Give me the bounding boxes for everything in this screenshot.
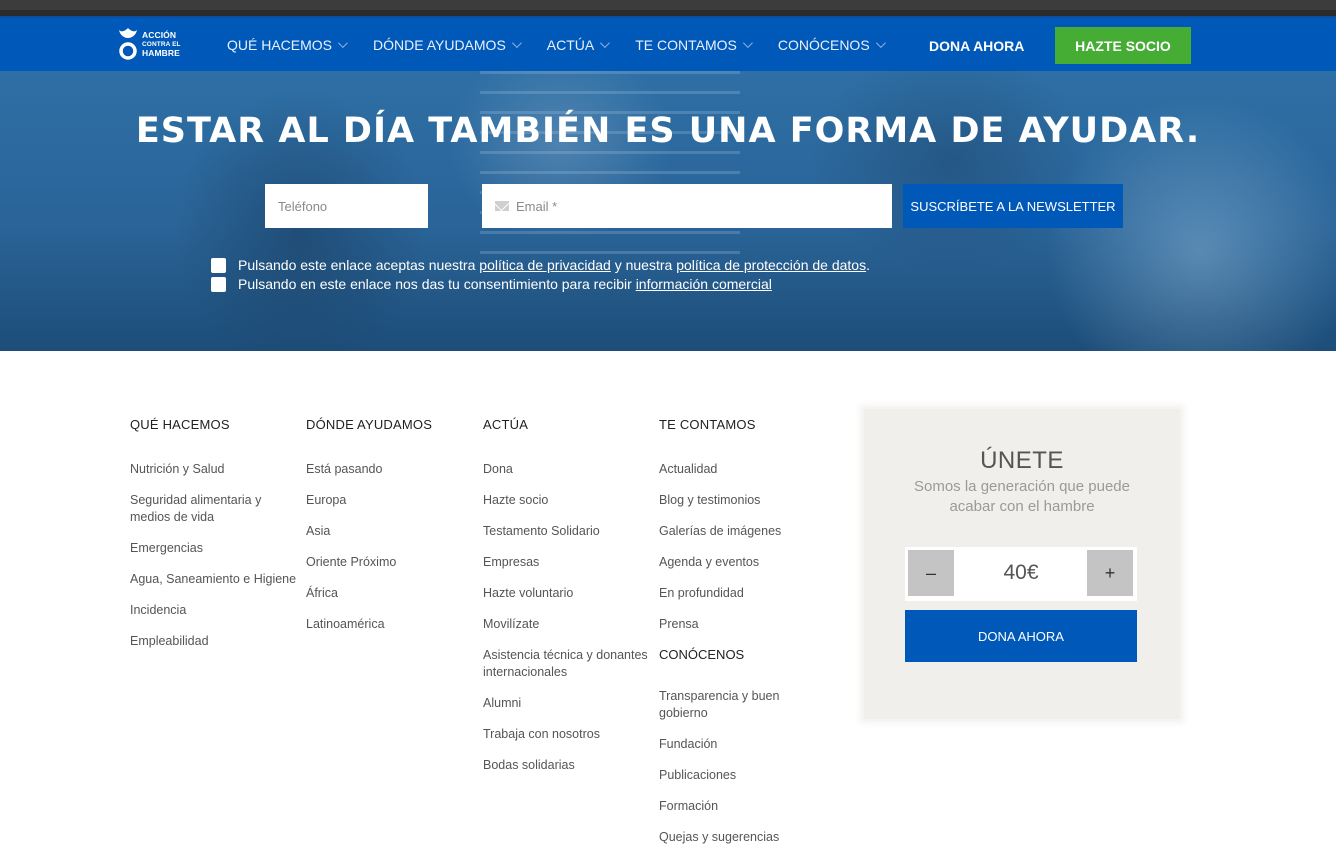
footer-link[interactable]: Seguridad alimentaria y medios de vida	[130, 492, 270, 525]
footer-link[interactable]: Blog y testimonios	[659, 492, 829, 509]
join-panel: ÚNETE Somos la generación que puede acab…	[864, 409, 1180, 719]
nav-item-te-contamos[interactable]: TE CONTAMOS	[635, 36, 753, 53]
footer-link[interactable]: Prensa	[659, 616, 829, 633]
commercial-info-link[interactable]: información comercial	[636, 276, 772, 292]
footer-link[interactable]: África	[306, 585, 476, 602]
footer-link[interactable]: Asistencia técnica y donantes internacio…	[483, 647, 653, 680]
browser-top-bar	[0, 0, 1336, 16]
footer-link[interactable]: Galerías de imágenes	[659, 523, 829, 540]
footer-link[interactable]: Incidencia	[130, 602, 300, 619]
footer-link[interactable]: Europa	[306, 492, 476, 509]
footer-link[interactable]: Trabaja con nosotros	[483, 726, 653, 743]
footer-link[interactable]: En profundidad	[659, 585, 829, 602]
dona-ahora-button[interactable]: DONA AHORA	[905, 610, 1137, 662]
amount-value[interactable]: 40€	[957, 547, 1085, 599]
consent-prefix: Pulsando en este enlace nos das tu conse…	[238, 276, 636, 292]
phone-placeholder: Teléfono	[278, 198, 328, 214]
footer-col-title: TE CONTAMOS	[659, 417, 756, 432]
footer-link[interactable]: Oriente Próximo	[306, 554, 476, 571]
commercial-consent-checkbox[interactable]	[211, 276, 226, 292]
nav-item-label: QUÉ HACEMOS	[227, 36, 333, 53]
join-subtitle: Somos la generación que puede acabar con…	[914, 478, 1130, 515]
consent-prefix: Pulsando este enlace aceptas nuestra	[238, 257, 480, 273]
footer-col-actua: ACTÚA Dona Hazte socio Testamento Solida…	[483, 417, 653, 788]
amount-stepper: – 40€ +	[905, 547, 1137, 601]
footer-link[interactable]: Actualidad	[659, 461, 829, 478]
logo-text: ACCIÓN CONTRA EL HAMBRE	[142, 29, 181, 58]
consent-suffix: .	[866, 257, 870, 273]
nav-item-label: DÓNDE AYUDAMOS	[373, 36, 506, 53]
footer-link[interactable]: Asia	[306, 523, 476, 540]
consent-text: Pulsando en este enlace nos das tu conse…	[238, 276, 772, 292]
footer-link[interactable]: Hazte socio	[483, 492, 653, 509]
nav-item-label: TE CONTAMOS	[635, 36, 737, 53]
footer-link[interactable]: Agenda y eventos	[659, 554, 829, 571]
nav-item-donde-ayudamos[interactable]: DÓNDE AYUDAMOS	[373, 36, 522, 53]
footer-col-que-hacemos: QUÉ HACEMOS Nutrición y Salud Seguridad …	[130, 417, 300, 664]
nav-item-label: ACTÚA	[546, 36, 595, 53]
phone-input[interactable]: Teléfono	[265, 184, 428, 228]
hazte-socio-button[interactable]: HAZTE SOCIO	[1055, 27, 1191, 64]
chevron-down-icon	[742, 38, 753, 49]
consent-mid: y nuestra	[610, 257, 677, 273]
site-logo[interactable]: ACCIÓN CONTRA EL HAMBRE	[118, 24, 188, 64]
footer-col-title: CONÓCENOS	[659, 647, 745, 662]
hero-title: ESTAR AL DÍA TAMBIÉN ES UNA FORMA DE AYU…	[135, 111, 1201, 151]
email-placeholder: Email *	[516, 198, 558, 214]
footer-link[interactable]: Transparencia y buen gobierno	[659, 688, 789, 721]
commercial-consent-row: Pulsando en este enlace nos das tu conse…	[211, 276, 772, 292]
mail-icon	[495, 201, 509, 211]
footer-col-donde-ayudamos: DÓNDE AYUDAMOS Está pasando Europa Asia …	[306, 417, 476, 647]
footer-link[interactable]: Empleabilidad	[130, 633, 300, 650]
privacy-consent-checkbox[interactable]	[211, 257, 226, 273]
footer-link[interactable]: Hazte voluntario	[483, 585, 653, 602]
footer-link[interactable]: Publicaciones	[659, 767, 829, 784]
footer-link[interactable]: Dona	[483, 461, 653, 478]
footer-link[interactable]: Alumni	[483, 695, 653, 712]
footer-link[interactable]: Agua, Saneamiento e Higiene	[130, 571, 300, 588]
footer-link[interactable]: Quejas y sugerencias	[659, 829, 829, 846]
newsletter-hero: ESTAR AL DÍA TAMBIÉN ES UNA FORMA DE AYU…	[0, 71, 1336, 351]
nav-item-conocenos[interactable]: CONÓCENOS	[777, 36, 886, 53]
nav-item-label: CONÓCENOS	[777, 36, 870, 53]
footer-col-te-contamos: TE CONTAMOS Actualidad Blog y testimonio…	[659, 417, 829, 846]
privacy-consent-row: Pulsando este enlace aceptas nuestra pol…	[211, 257, 870, 273]
footer-link[interactable]: Empresas	[483, 554, 653, 571]
logo-icon	[118, 26, 138, 62]
footer-link[interactable]: Emergencias	[130, 540, 300, 557]
footer-link[interactable]: Testamento Solidario	[483, 523, 653, 540]
footer-col-title: ACTÚA	[483, 417, 529, 432]
footer-link[interactable]: Fundación	[659, 736, 829, 753]
main-navigation: ACCIÓN CONTRA EL HAMBRE QUÉ HACEMOS DÓND…	[0, 16, 1336, 71]
subscribe-newsletter-button[interactable]: SUSCRÍBETE A LA NEWSLETTER	[903, 184, 1123, 228]
footer-col-title: QUÉ HACEMOS	[130, 417, 230, 432]
increase-amount-button[interactable]: +	[1087, 550, 1133, 596]
logo-line: ACCIÓN	[142, 29, 177, 40]
decrease-amount-button[interactable]: –	[908, 550, 954, 596]
footer-link[interactable]: Está pasando	[306, 461, 476, 478]
join-title: ÚNETE	[980, 447, 1064, 474]
consent-text: Pulsando este enlace aceptas nuestra pol…	[238, 257, 870, 273]
footer-link[interactable]: Latinoamérica	[306, 616, 476, 633]
hero-background-image	[480, 71, 740, 271]
chevron-down-icon	[600, 38, 611, 49]
data-protection-link[interactable]: política de protección de datos	[676, 257, 866, 273]
footer-link[interactable]: Movilízate	[483, 616, 653, 633]
nav-menu: QUÉ HACEMOS DÓNDE AYUDAMOS ACTÚA TE CONT…	[227, 18, 911, 71]
footer-link[interactable]: Bodas solidarias	[483, 757, 653, 774]
chevron-down-icon	[511, 38, 522, 49]
footer-col-title: DÓNDE AYUDAMOS	[306, 417, 433, 432]
chevron-down-icon	[337, 38, 348, 49]
privacy-policy-link[interactable]: política de privacidad	[479, 257, 611, 273]
nav-item-que-hacemos[interactable]: QUÉ HACEMOS	[227, 36, 348, 53]
chevron-down-icon	[875, 38, 886, 49]
footer-link[interactable]: Formación	[659, 798, 829, 815]
dona-ahora-link[interactable]: DONA AHORA	[929, 38, 1024, 54]
email-input[interactable]: Email *	[482, 184, 892, 228]
logo-line: HAMBRE	[142, 47, 180, 58]
footer-link[interactable]: Nutrición y Salud	[130, 461, 300, 478]
nav-item-actua[interactable]: ACTÚA	[546, 36, 611, 53]
